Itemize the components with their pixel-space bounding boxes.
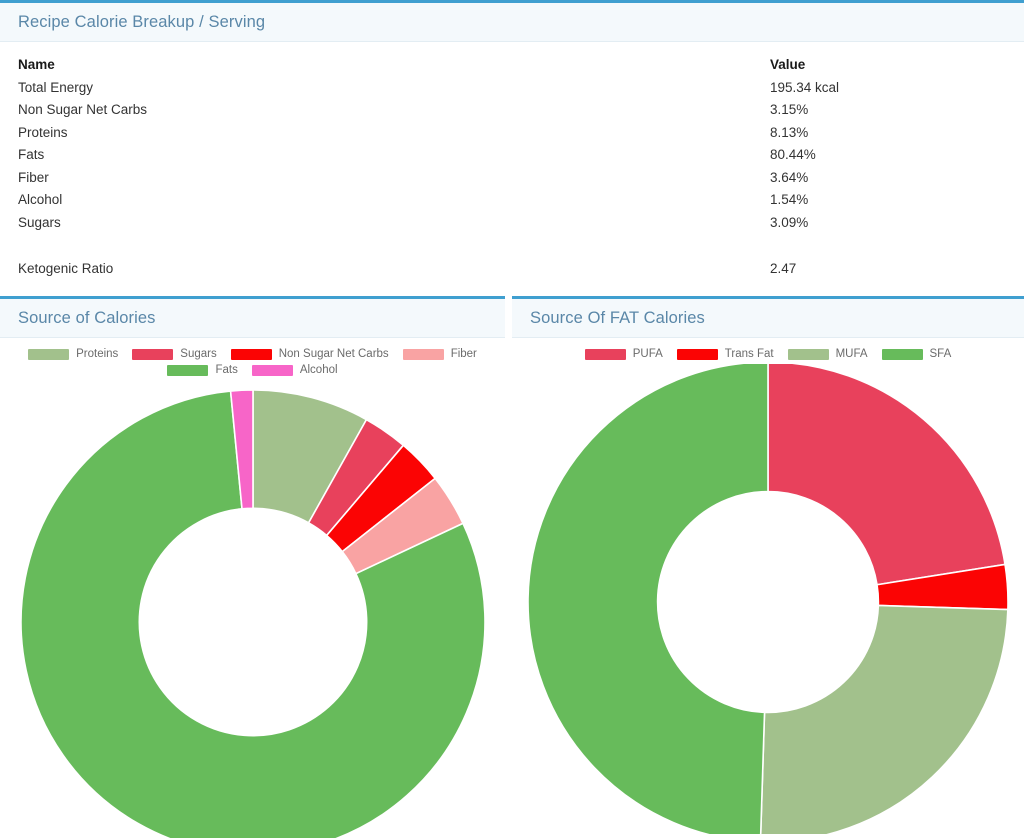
legend-item[interactable]: Non Sugar Net Carbs — [230, 348, 389, 360]
legend-item[interactable]: MUFA — [787, 348, 868, 360]
source-of-calories-title: Source of Calories — [18, 309, 156, 327]
row-value: 3.64% — [770, 169, 809, 185]
column-header-value: Value — [770, 56, 806, 72]
legend-swatch-icon — [251, 364, 293, 376]
legend-item[interactable]: Fiber — [402, 348, 477, 360]
legend-label: Proteins — [76, 348, 119, 360]
table-row: Total Energy 195.34 kcal — [0, 76, 1024, 99]
table-row: Proteins 8.13% — [0, 121, 1024, 144]
row-value: 3.15% — [770, 102, 809, 118]
table-row: Fats 80.44% — [0, 144, 1024, 167]
calorie-breakup-header: Recipe Calorie Breakup / Serving — [0, 3, 1024, 42]
legend-label: SFA — [929, 348, 952, 360]
source-of-calories-chart-area — [0, 380, 505, 838]
donut-slice[interactable] — [759, 604, 1009, 834]
legend-swatch-icon — [881, 348, 923, 360]
legend-label: Non Sugar Net Carbs — [278, 348, 389, 360]
legend-item[interactable]: Sugars — [132, 348, 217, 360]
source-of-fat-calories-panel: Source Of FAT Calories PUFA Trans Fat MUFA… — [512, 296, 1024, 838]
row-value: 195.34 kcal — [770, 79, 840, 95]
legend-item[interactable]: Alcohol — [251, 364, 338, 376]
row-name: Total Energy — [18, 79, 94, 95]
table-body: Total Energy 195.34 kcal Non Sugar Net Car… — [0, 76, 1024, 234]
legend-item[interactable]: Proteins — [28, 348, 118, 360]
legend-item[interactable]: Fats — [167, 364, 238, 376]
row-name: Sugars — [18, 214, 61, 230]
legend-label: MUFA — [835, 348, 868, 360]
donut-slice[interactable] — [767, 364, 1006, 586]
legend-swatch-icon — [402, 348, 444, 360]
ketogenic-ratio-label: Ketogenic Ratio — [18, 261, 114, 277]
table-row: Alcohol 1.54% — [0, 189, 1024, 212]
ketogenic-ratio-value: 2.47 — [770, 261, 797, 277]
recipe-nutrition-page: Recipe Calorie Breakup / Serving Name Va… — [0, 0, 1024, 838]
legend-swatch-icon — [28, 348, 70, 360]
row-name: Fats — [18, 147, 45, 163]
source-of-fat-calories-legend: PUFA Trans Fat MUFA SFA — [512, 338, 1024, 364]
legend-swatch-icon — [230, 348, 272, 360]
legend-label: PUFA — [632, 348, 663, 360]
legend-swatch-icon — [132, 348, 174, 360]
calorie-breakup-panel: Recipe Calorie Breakup / Serving Name Va… — [0, 0, 1024, 280]
table-row: Sugars 3.09% — [0, 211, 1024, 234]
row-value: 80.44% — [770, 147, 816, 163]
table-row: Fiber 3.64% — [0, 166, 1024, 189]
calorie-breakup-table: Name Value Total Energy 195.34 kcal Non Su… — [0, 42, 1024, 280]
source-of-calories-header: Source of Calories — [0, 299, 505, 338]
legend-label: Fiber — [450, 348, 477, 360]
source-of-fat-calories-chart-area — [512, 364, 1024, 838]
table-row: Non Sugar Net Carbs 3.15% — [0, 99, 1024, 122]
donut-slice[interactable] — [527, 364, 769, 834]
legend-swatch-icon — [584, 348, 626, 360]
source-of-calories-panel: Source of Calories Proteins Sugars Non Sug… — [0, 296, 505, 838]
table-spacer — [0, 234, 1024, 258]
legend-item[interactable]: PUFA — [584, 348, 663, 360]
legend-swatch-icon — [167, 364, 209, 376]
legend-item[interactable]: Trans Fat — [676, 348, 774, 360]
source-of-calories-legend: Proteins Sugars Non Sugar Net Carbs Fiber Fa… — [0, 338, 505, 380]
row-name: Alcohol — [18, 192, 63, 208]
source-of-fat-calories-header: Source Of FAT Calories — [512, 299, 1024, 338]
legend-label: Sugars — [180, 348, 217, 360]
source-of-calories-donut — [19, 389, 486, 838]
legend-label: Alcohol — [299, 364, 338, 376]
table-header-row: Name Value — [0, 52, 1024, 76]
row-name: Fiber — [18, 169, 49, 185]
row-value: 1.54% — [770, 192, 809, 208]
table-row-ketogenic-ratio: Ketogenic Ratio 2.47 — [0, 258, 1024, 281]
legend-item[interactable]: SFA — [881, 348, 952, 360]
source-of-fat-calories-title: Source Of FAT Calories — [530, 309, 705, 327]
legend-label: Fats — [215, 364, 238, 376]
source-of-fat-calories-donut — [527, 364, 1009, 834]
legend-label: Trans Fat — [724, 348, 774, 360]
row-name: Proteins — [18, 124, 68, 140]
row-name: Non Sugar Net Carbs — [18, 102, 148, 118]
charts-row: Source of Calories Proteins Sugars Non Sug… — [0, 296, 1024, 838]
legend-swatch-icon — [676, 348, 718, 360]
legend-swatch-icon — [787, 348, 829, 360]
row-value: 8.13% — [770, 124, 809, 140]
row-value: 3.09% — [770, 214, 809, 230]
column-header-name: Name — [18, 56, 55, 72]
page-title: Recipe Calorie Breakup / Serving — [18, 13, 266, 31]
